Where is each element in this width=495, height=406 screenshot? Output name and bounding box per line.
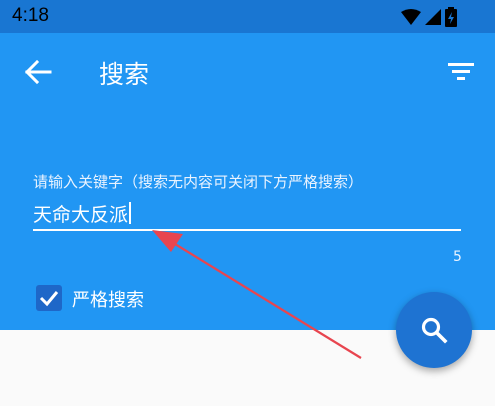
status-bar: 4:18 [0,0,495,33]
strict-search-checkbox[interactable] [36,285,62,311]
search-input-underline [33,229,461,231]
battery-icon [445,7,457,27]
search-input-value: 天命大反派 [33,204,129,226]
filter-button[interactable] [446,59,476,85]
search-icon [421,317,448,344]
search-fab-button[interactable] [396,292,472,368]
status-time: 4:18 [12,5,49,26]
app-bar: 搜索 请输入关键字（搜索无内容可关闭下方严格搜索） 天命大反派 5 严格搜索 [0,33,495,330]
page-title: 搜索 [99,60,150,89]
status-icons [401,7,457,27]
character-counter: 5 [453,249,462,265]
search-input[interactable]: 天命大反派 [33,200,461,227]
strict-search-label: 严格搜索 [72,290,144,311]
back-button[interactable] [22,56,54,88]
arrow-left-icon [24,59,52,85]
check-icon [39,291,59,307]
text-cursor [129,202,132,224]
search-field-label: 请输入关键字（搜索无内容可关闭下方严格搜索） [33,173,364,191]
wifi-icon [401,9,421,25]
filter-list-icon [448,63,474,80]
signal-icon [425,9,441,25]
